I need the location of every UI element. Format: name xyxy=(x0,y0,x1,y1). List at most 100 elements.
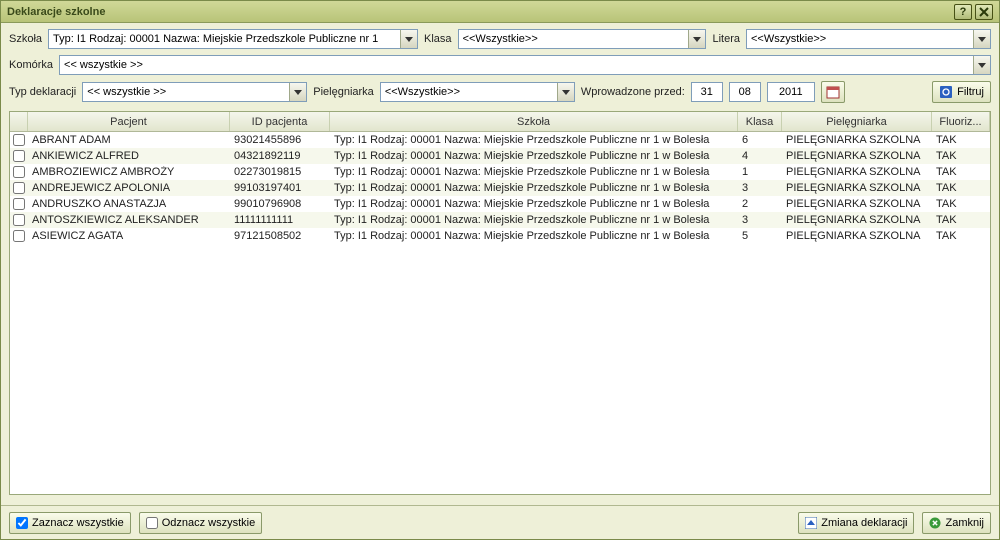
table-row[interactable]: ANDREJEWICZ APOLONIA99103197401Typ: I1 R… xyxy=(10,180,990,196)
row-checkbox[interactable] xyxy=(13,182,25,194)
cell-id: 99010796908 xyxy=(230,198,330,210)
szkola-select[interactable]: Typ: I1 Rodzaj: 00001 Nazwa: Miejskie Pr… xyxy=(48,29,418,49)
row-checkbox[interactable] xyxy=(13,134,25,146)
close-button[interactable] xyxy=(975,4,993,20)
chevron-down-icon xyxy=(973,56,990,74)
pieleg-label: Pielęgniarka xyxy=(313,86,374,98)
typdek-select[interactable]: << wszystkie >> xyxy=(82,82,307,102)
cell-pacjent: ANDREJEWICZ APOLONIA xyxy=(28,182,230,194)
row-checkbox[interactable] xyxy=(13,214,25,226)
cell-klasa: 5 xyxy=(738,230,782,242)
cell-pacjent: AMBROZIEWICZ AMBROŻY xyxy=(28,166,230,178)
cell-pieleg: PIELĘGNIARKA SZKOLNA xyxy=(782,150,932,162)
chevron-down-icon xyxy=(688,30,705,48)
cell-klasa: 4 xyxy=(738,150,782,162)
close-footer-button[interactable]: Zamknij xyxy=(922,512,991,534)
cell-id: 97121508502 xyxy=(230,230,330,242)
litera-select[interactable]: <<Wszystkie>> xyxy=(746,29,991,49)
typdek-label: Typ deklaracji xyxy=(9,86,76,98)
chevron-down-icon xyxy=(557,83,574,101)
chevron-down-icon xyxy=(973,30,990,48)
cell-klasa: 3 xyxy=(738,214,782,226)
cell-fluor: TAK xyxy=(932,198,990,210)
cell-id: 04321892119 xyxy=(230,150,330,162)
litera-label: Litera xyxy=(712,33,740,45)
col-klasa[interactable]: Klasa xyxy=(738,112,782,131)
date-year-input[interactable]: 2011 xyxy=(767,82,815,102)
cell-pieleg: PIELĘGNIARKA SZKOLNA xyxy=(782,166,932,178)
cell-klasa: 3 xyxy=(738,182,782,194)
col-pacjent[interactable]: Pacjent xyxy=(28,112,230,131)
cell-szkola: Typ: I1 Rodzaj: 00001 Nazwa: Miejskie Pr… xyxy=(330,198,738,210)
cell-klasa: 2 xyxy=(738,198,782,210)
col-checkbox xyxy=(10,112,28,131)
table-row[interactable]: ASIEWICZ AGATA97121508502Typ: I1 Rodzaj:… xyxy=(10,228,990,244)
table-row[interactable]: ABRANT ADAM93021455896Typ: I1 Rodzaj: 00… xyxy=(10,132,990,148)
cell-pieleg: PIELĘGNIARKA SZKOLNA xyxy=(782,198,932,210)
cell-fluor: TAK xyxy=(932,214,990,226)
grid-body[interactable]: ABRANT ADAM93021455896Typ: I1 Rodzaj: 00… xyxy=(10,132,990,494)
klasa-select[interactable]: <<Wszystkie>> xyxy=(458,29,707,49)
cell-fluor: TAK xyxy=(932,150,990,162)
titlebar: Deklaracje szkolne ? xyxy=(1,1,999,23)
cell-pieleg: PIELĘGNIARKA SZKOLNA xyxy=(782,214,932,226)
row-checkbox[interactable] xyxy=(13,150,25,162)
footer-bar: Zaznacz wszystkie Odznacz wszystkie Zmia… xyxy=(1,505,999,539)
cell-szkola: Typ: I1 Rodzaj: 00001 Nazwa: Miejskie Pr… xyxy=(330,230,738,242)
calendar-button[interactable] xyxy=(821,81,845,103)
komorka-select[interactable]: << wszystkie >> xyxy=(59,55,991,75)
filter-button[interactable]: Filtruj xyxy=(932,81,991,103)
table-row[interactable]: ANTOSZKIEWICZ ALEKSANDER11111111111Typ: … xyxy=(10,212,990,228)
cell-szkola: Typ: I1 Rodzaj: 00001 Nazwa: Miejskie Pr… xyxy=(330,214,738,226)
chevron-down-icon xyxy=(289,83,306,101)
cell-fluor: TAK xyxy=(932,230,990,242)
cell-szkola: Typ: I1 Rodzaj: 00001 Nazwa: Miejskie Pr… xyxy=(330,134,738,146)
cell-fluor: TAK xyxy=(932,166,990,178)
szkola-label: Szkoła xyxy=(9,33,42,45)
chevron-down-icon xyxy=(400,30,417,48)
komorka-label: Komórka xyxy=(9,59,53,71)
cell-klasa: 6 xyxy=(738,134,782,146)
change-declaration-button[interactable]: Zmiana deklaracji xyxy=(798,512,914,534)
cell-id: 11111111111 xyxy=(230,214,330,226)
cell-fluor: TAK xyxy=(932,134,990,146)
cell-pacjent: ABRANT ADAM xyxy=(28,134,230,146)
cell-pieleg: PIELĘGNIARKA SZKOLNA xyxy=(782,134,932,146)
filter-panel: Szkoła Typ: I1 Rodzaj: 00001 Nazwa: Miej… xyxy=(1,23,999,109)
help-button[interactable]: ? xyxy=(954,4,972,20)
deselect-all-button[interactable]: Odznacz wszystkie xyxy=(139,512,263,534)
row-checkbox[interactable] xyxy=(13,198,25,210)
date-month-input[interactable]: 08 xyxy=(729,82,761,102)
uncheck-icon xyxy=(146,517,158,529)
cell-szkola: Typ: I1 Rodzaj: 00001 Nazwa: Miejskie Pr… xyxy=(330,150,738,162)
check-icon xyxy=(16,517,28,529)
table-row[interactable]: ANDRUSZKO ANASTAZJA99010796908Typ: I1 Ro… xyxy=(10,196,990,212)
cell-pacjent: ASIEWICZ AGATA xyxy=(28,230,230,242)
cell-id: 93021455896 xyxy=(230,134,330,146)
cell-pacjent: ANKIEWICZ ALFRED xyxy=(28,150,230,162)
pieleg-select[interactable]: <<Wszystkie>> xyxy=(380,82,575,102)
col-idpacjenta[interactable]: ID pacjenta xyxy=(230,112,330,131)
window-title: Deklaracje szkolne xyxy=(7,6,105,18)
date-day-input[interactable]: 31 xyxy=(691,82,723,102)
wprow-label: Wprowadzone przed: xyxy=(581,86,685,98)
col-fluoriz[interactable]: Fluoriz... xyxy=(932,112,990,131)
cell-id: 02273019815 xyxy=(230,166,330,178)
table-row[interactable]: ANKIEWICZ ALFRED04321892119Typ: I1 Rodza… xyxy=(10,148,990,164)
grid-header: Pacjent ID pacjenta Szkoła Klasa Pielęgn… xyxy=(10,112,990,132)
klasa-label: Klasa xyxy=(424,33,452,45)
cell-pacjent: ANDRUSZKO ANASTAZJA xyxy=(28,198,230,210)
row-checkbox[interactable] xyxy=(13,230,25,242)
col-szkola[interactable]: Szkoła xyxy=(330,112,738,131)
declarations-window: Deklaracje szkolne ? Szkoła Typ: I1 Rodz… xyxy=(0,0,1000,540)
cell-fluor: TAK xyxy=(932,182,990,194)
table-row[interactable]: AMBROZIEWICZ AMBROŻY02273019815Typ: I1 R… xyxy=(10,164,990,180)
cell-pacjent: ANTOSZKIEWICZ ALEKSANDER xyxy=(28,214,230,226)
select-all-button[interactable]: Zaznacz wszystkie xyxy=(9,512,131,534)
cell-szkola: Typ: I1 Rodzaj: 00001 Nazwa: Miejskie Pr… xyxy=(330,182,738,194)
cell-klasa: 1 xyxy=(738,166,782,178)
row-checkbox[interactable] xyxy=(13,166,25,178)
cell-id: 99103197401 xyxy=(230,182,330,194)
cell-pieleg: PIELĘGNIARKA SZKOLNA xyxy=(782,182,932,194)
col-pielegniarka[interactable]: Pielęgniarka xyxy=(782,112,932,131)
